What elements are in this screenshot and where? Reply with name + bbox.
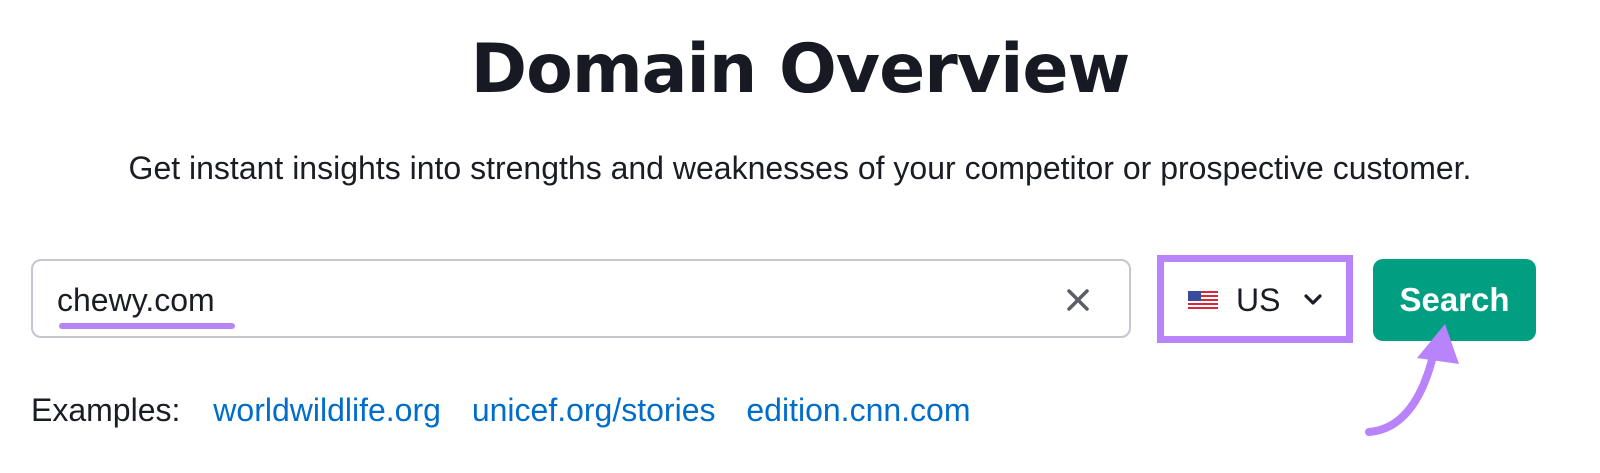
examples-row: Examples: worldwildlife.org unicef.org/s… [31, 388, 993, 432]
clear-button[interactable] [1065, 287, 1091, 313]
chevron-down-icon [1304, 294, 1322, 305]
close-icon [1067, 289, 1089, 311]
us-flag-icon [1188, 291, 1218, 309]
page-title: Domain Overview [470, 30, 1131, 109]
examples-label: Examples: [31, 392, 181, 428]
country-dropdown[interactable]: US [1157, 255, 1353, 343]
domain-input[interactable] [57, 277, 997, 323]
country-label: US [1236, 282, 1281, 318]
example-link-unicef[interactable]: unicef.org/stories [472, 392, 716, 428]
curved-arrow-icon [1365, 324, 1459, 436]
page-subtitle: Get instant insights into strengths and … [128, 150, 1472, 186]
example-link-worldwildlife[interactable]: worldwildlife.org [213, 392, 441, 428]
search-field[interactable] [31, 259, 1131, 338]
example-link-cnn[interactable]: edition.cnn.com [746, 392, 970, 428]
highlight-underline [59, 323, 235, 329]
